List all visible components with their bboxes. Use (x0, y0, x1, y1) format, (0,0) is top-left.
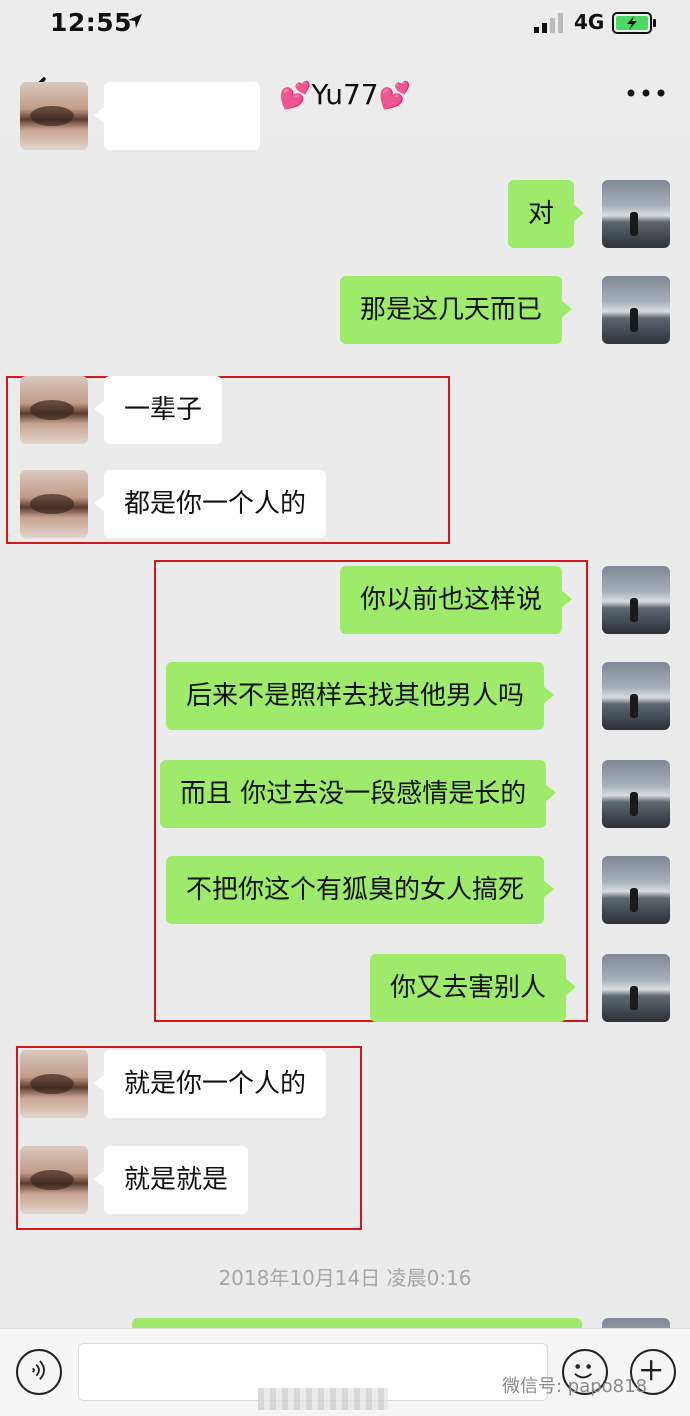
blurred-region (258, 1388, 388, 1410)
status-time: 12:55 (50, 8, 133, 37)
heart-emoji-icon: 💕 (278, 81, 312, 111)
my-avatar[interactable] (602, 276, 670, 344)
voice-button[interactable] (16, 1349, 62, 1395)
message-bubble-received[interactable]: 一辈子 (93, 376, 223, 444)
message-bubble-sent[interactable]: 不把你这个有狐臭的女人搞死 (166, 856, 555, 924)
message-bubble-received[interactable]: 就是你一个人的 (93, 1050, 327, 1118)
message-list[interactable]: 对 那是这几天而已 一辈子 都是你一个人的 你以前也这样说 后来不是照样去找其他… (0, 82, 690, 1386)
battery-charging-icon (612, 12, 656, 34)
message-bubble-sent[interactable]: 而且 你过去没一段感情是长的 (160, 760, 557, 828)
watermark: 微信号: papo818 (502, 1376, 648, 1397)
contact-avatar[interactable] (20, 1146, 88, 1214)
contact-avatar[interactable] (20, 1050, 88, 1118)
my-avatar[interactable] (602, 856, 670, 924)
message-timestamp: 2018年10月14日 凌晨0:16 (218, 1266, 472, 1290)
my-avatar[interactable] (602, 954, 670, 1022)
message-bubble-sent[interactable]: 你以前也这样说 (340, 566, 573, 634)
more-dots-icon[interactable] (626, 88, 666, 98)
message-bubble-sent[interactable]: 对 (508, 180, 585, 248)
status-bar: 12:55 4G (0, 0, 690, 46)
message-bubble-received[interactable] (94, 82, 260, 150)
heart-emoji-icon: 💕 (378, 81, 411, 111)
message-bubble-sent[interactable]: 你又去害别人 (370, 954, 577, 1022)
network-label: 4G (574, 10, 605, 34)
signal-icon (534, 13, 563, 33)
contact-avatar[interactable] (20, 82, 88, 150)
contact-avatar[interactable] (20, 376, 88, 444)
my-avatar[interactable] (602, 566, 670, 634)
contact-avatar[interactable] (20, 470, 88, 538)
my-avatar[interactable] (602, 180, 670, 248)
my-avatar[interactable] (602, 760, 670, 828)
message-bubble-received[interactable]: 就是就是 (93, 1146, 249, 1214)
message-bubble-received[interactable]: 都是你一个人的 (93, 470, 327, 538)
voice-icon (32, 1360, 45, 1380)
message-bubble-sent[interactable]: 那是这几天而已 (340, 276, 573, 344)
my-avatar[interactable] (602, 662, 670, 730)
message-bubble-sent[interactable]: 后来不是照样去找其他男人吗 (166, 662, 555, 730)
location-arrow-icon (128, 14, 142, 28)
chat-title-text: Yu77 (311, 78, 379, 111)
